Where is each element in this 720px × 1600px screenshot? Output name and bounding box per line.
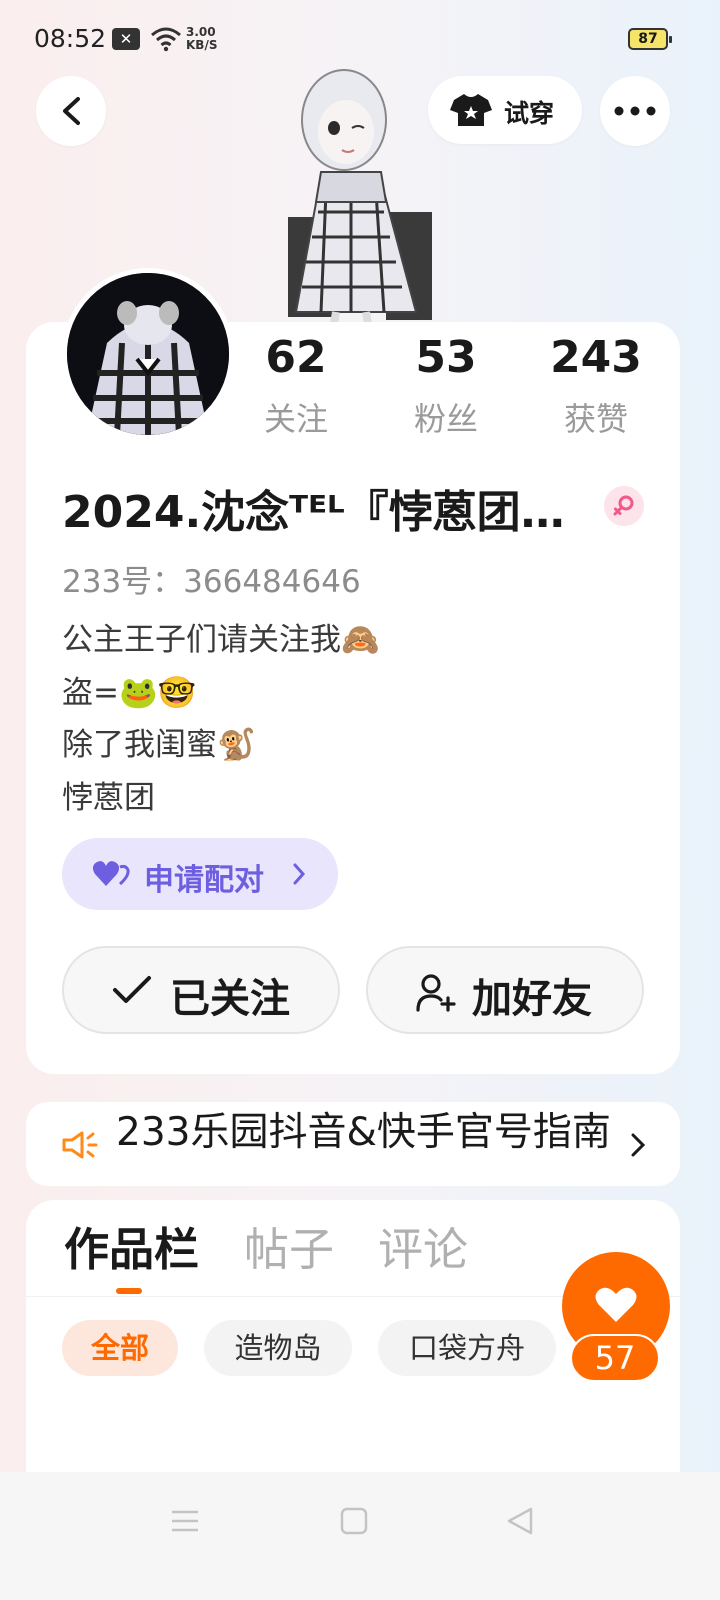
user-id: 233号：366484646 — [62, 564, 361, 600]
announcement-text: 233乐园抖音&快手官号指南 — [116, 1110, 611, 1155]
try-on-button[interactable]: 试穿 — [428, 76, 582, 144]
following-label: 已关注 — [170, 976, 290, 1022]
request-match-button[interactable]: 申请配对 — [62, 838, 338, 910]
bio-line: 悖蒽团 — [62, 779, 155, 816]
notification-x-icon: ✕ — [112, 28, 140, 50]
following-label: 关注 — [263, 400, 328, 438]
more-dots-icon — [614, 106, 656, 116]
bio-line: 盗=🐸🤓 — [62, 674, 197, 711]
filter-chip-creation-island[interactable]: 造物岛 — [204, 1320, 352, 1376]
stat-following[interactable]: 62 关注 — [226, 330, 366, 440]
tab-works[interactable]: 作品栏 — [64, 1220, 199, 1280]
bio-line: 除了我闺蜜🐒 — [62, 727, 256, 763]
battery-icon: 87 — [628, 28, 672, 50]
chevron-right-icon — [293, 863, 306, 885]
back-arrow-icon — [63, 97, 80, 125]
double-heart-icon — [92, 861, 130, 886]
female-gender-icon — [604, 486, 644, 526]
back-triangle-icon[interactable] — [505, 1506, 535, 1536]
back-button[interactable] — [36, 76, 106, 146]
like-count-badge: 57 — [570, 1334, 660, 1382]
chevron-right-icon — [631, 1133, 646, 1157]
likes-count: 243 — [550, 332, 642, 383]
avatar-image — [67, 273, 229, 435]
avatar-3d-figure[interactable] — [266, 62, 436, 324]
network-speed: 3.00 KB/S — [186, 25, 218, 52]
home-square-icon[interactable] — [340, 1506, 368, 1536]
status-time: 08:52 — [34, 24, 107, 53]
menu-icon[interactable] — [170, 1506, 200, 1536]
nickname: 2024.沈念ᵀᴱᴸ『悖蒽团… — [62, 487, 562, 538]
likes-label: 获赞 — [563, 400, 628, 438]
following-button[interactable]: 已关注 — [62, 946, 340, 1034]
bio: 公主王子们请关注我🙈 盗=🐸🤓 除了我闺蜜🐒 悖蒽团 — [62, 614, 380, 824]
wifi-icon — [151, 27, 181, 52]
system-nav-bar — [0, 1472, 720, 1600]
stat-likes[interactable]: 243 获赞 — [526, 330, 666, 440]
tshirt-icon — [450, 94, 492, 126]
fans-label: 粉丝 — [413, 400, 478, 438]
more-button[interactable] — [600, 76, 670, 146]
heart-icon — [595, 1287, 637, 1322]
stat-fans[interactable]: 53 粉丝 — [376, 330, 516, 440]
add-friend-label: 加好友 — [472, 976, 592, 1022]
add-user-icon — [416, 974, 456, 1012]
following-count: 62 — [265, 332, 327, 383]
tab-posts[interactable]: 帖子 — [244, 1220, 334, 1280]
announcement-bar[interactable]: 233乐园抖音&快手官号指南 — [26, 1102, 680, 1186]
active-tab-indicator — [116, 1288, 142, 1294]
request-match-label: 申请配对 — [144, 863, 264, 898]
add-friend-button[interactable]: 加好友 — [366, 946, 644, 1034]
filter-chip-all[interactable]: 全部 — [62, 1320, 178, 1376]
tab-comments[interactable]: 评论 — [378, 1220, 468, 1280]
bio-line: 公主王子们请关注我🙈 — [62, 622, 380, 658]
megaphone-icon — [62, 1131, 98, 1159]
try-on-label: 试穿 — [504, 99, 555, 128]
filter-chip-pocket-ark[interactable]: 口袋方舟 — [378, 1320, 556, 1376]
check-icon — [113, 976, 151, 1003]
avatar[interactable] — [62, 268, 234, 440]
fans-count: 53 — [415, 332, 477, 383]
